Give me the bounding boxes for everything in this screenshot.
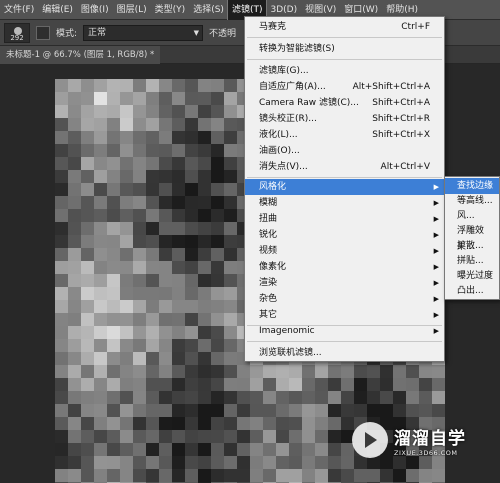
mode-select[interactable]: 正常 ▼ bbox=[83, 24, 204, 41]
menu-type[interactable]: 类型(Y) bbox=[151, 0, 190, 20]
filter-item-noise[interactable]: 杂色 ▶ bbox=[245, 291, 444, 307]
submenu-arrow-icon: ▶ bbox=[433, 199, 439, 207]
submenu-arrow-icon: ▶ bbox=[433, 231, 439, 239]
menu-select[interactable]: 选择(S) bbox=[189, 0, 228, 20]
watermark-subtitle: ZIXUE.3D66.COM bbox=[394, 448, 458, 457]
item-label: 其它 bbox=[259, 310, 278, 320]
filter-item-sharpen[interactable]: 锐化 ▶ bbox=[245, 227, 444, 243]
filter-item-liquify[interactable]: 液化(L)... Shift+Ctrl+X bbox=[245, 127, 444, 143]
item-shortcut: Shift+Ctrl+X bbox=[372, 130, 430, 140]
menu-separator bbox=[247, 341, 442, 342]
filter-item-mosaic-repeat[interactable]: 马赛克 Ctrl+F bbox=[245, 19, 444, 35]
stylize-tiles[interactable]: 拼贴... bbox=[445, 253, 499, 269]
filter-item-other[interactable]: 其它 ▶ bbox=[245, 307, 444, 323]
item-label: 杂色 bbox=[259, 294, 278, 304]
brush-panel-icon[interactable] bbox=[36, 25, 50, 40]
item-label: 渲染 bbox=[259, 278, 278, 288]
brush-preset-picker[interactable]: 292 bbox=[4, 22, 30, 43]
filter-item-lens-correction[interactable]: 镜头校正(R)... Shift+Ctrl+R bbox=[245, 111, 444, 127]
filter-item-distort[interactable]: 扭曲 ▶ bbox=[245, 211, 444, 227]
item-shortcut: Shift+Ctrl+A bbox=[372, 98, 430, 108]
submenu-arrow-icon: ▶ bbox=[433, 247, 439, 255]
submenu-arrow-icon: ▶ bbox=[433, 295, 439, 303]
submenu-arrow-icon: ▶ bbox=[433, 279, 439, 287]
item-shortcut: Alt+Ctrl+V bbox=[380, 162, 430, 172]
filter-item-render[interactable]: 渲染 ▶ bbox=[245, 275, 444, 291]
menu-separator bbox=[247, 177, 442, 178]
stylize-emboss[interactable]: 浮雕效果... bbox=[445, 223, 499, 252]
watermark: 溜溜自学 ZIXUE.3D66.COM bbox=[352, 412, 470, 468]
item-label: 自适应广角(A)... bbox=[259, 82, 326, 92]
item-label: 浏览联机滤镜... bbox=[259, 348, 322, 358]
menu-image[interactable]: 图像(I) bbox=[77, 0, 113, 20]
item-label: 消失点(V)... bbox=[259, 162, 308, 172]
item-label: 像素化 bbox=[259, 262, 287, 272]
submenu-arrow-icon: ▶ bbox=[433, 327, 439, 335]
filter-item-convert-smart[interactable]: 转换为智能滤镜(S) bbox=[245, 41, 444, 57]
item-label: 镜头校正(R)... bbox=[259, 114, 317, 124]
submenu-arrow-icon: ▶ bbox=[433, 263, 439, 271]
submenu-arrow-icon: ▶ bbox=[433, 183, 439, 191]
stylize-extrude[interactable]: 凸出... bbox=[445, 283, 499, 299]
item-label: Camera Raw 滤镜(C)... bbox=[259, 98, 359, 108]
stylize-submenu: 查找边缘 等高线... 风... 浮雕效果... 扩散... 拼贴... 曝光过… bbox=[444, 176, 500, 300]
document-tab[interactable]: 未标题-1 @ 66.7% (图层 1, RGB/8) * bbox=[0, 46, 161, 64]
item-label: 风格化 bbox=[259, 182, 287, 192]
filter-item-oil-paint[interactable]: 油画(O)... bbox=[245, 143, 444, 159]
menu-file[interactable]: 文件(F) bbox=[0, 0, 38, 20]
item-label: 马赛克 bbox=[259, 22, 287, 32]
menu-separator bbox=[247, 37, 442, 38]
mode-value: 正常 bbox=[88, 27, 107, 38]
submenu-arrow-icon: ▶ bbox=[433, 311, 439, 319]
stylize-diffuse[interactable]: 扩散... bbox=[445, 238, 499, 254]
stylize-solarize[interactable]: 曝光过度 bbox=[445, 268, 499, 284]
item-label: 液化(L)... bbox=[259, 130, 298, 140]
filter-item-blur[interactable]: 模糊 ▶ bbox=[245, 195, 444, 211]
mode-label: 模式: bbox=[56, 29, 78, 39]
item-shortcut: Ctrl+F bbox=[401, 22, 430, 32]
item-label: 滤镜库(G)... bbox=[259, 66, 309, 76]
item-label: 转换为智能滤镜(S) bbox=[259, 44, 335, 54]
menu-layer[interactable]: 图层(L) bbox=[113, 0, 151, 20]
item-label: 锐化 bbox=[259, 230, 278, 240]
filter-item-adaptive-wide-angle[interactable]: 自适应广角(A)... Alt+Shift+Ctrl+A bbox=[245, 79, 444, 95]
filter-item-vanishing-point[interactable]: 消失点(V)... Alt+Ctrl+V bbox=[245, 159, 444, 175]
filter-menu-dropdown: 马赛克 Ctrl+F 转换为智能滤镜(S) 滤镜库(G)... 自适应广角(A)… bbox=[244, 16, 445, 362]
filter-item-pixelate[interactable]: 像素化 ▶ bbox=[245, 259, 444, 275]
menu-edit[interactable]: 编辑(E) bbox=[38, 0, 77, 20]
stylize-contour[interactable]: 等高线... bbox=[445, 193, 499, 209]
item-shortcut: Alt+Shift+Ctrl+A bbox=[352, 82, 430, 92]
filter-item-video[interactable]: 视频 ▶ bbox=[245, 243, 444, 259]
opacity-label: 不透明 bbox=[209, 29, 237, 39]
brush-size-value: 292 bbox=[10, 33, 24, 42]
item-label: 模糊 bbox=[259, 198, 278, 208]
filter-item-gallery[interactable]: 滤镜库(G)... bbox=[245, 63, 444, 79]
submenu-arrow-icon: ▶ bbox=[433, 215, 439, 223]
filter-item-browse-online[interactable]: 浏览联机滤镜... bbox=[245, 345, 444, 361]
watermark-title: 溜溜自学 bbox=[394, 428, 466, 449]
play-logo-icon bbox=[352, 422, 388, 458]
item-label: 视频 bbox=[259, 246, 278, 256]
filter-item-camera-raw[interactable]: Camera Raw 滤镜(C)... Shift+Ctrl+A bbox=[245, 95, 444, 111]
stylize-wind[interactable]: 风... bbox=[445, 208, 499, 224]
item-label: 扭曲 bbox=[259, 214, 278, 224]
item-label: 油画(O)... bbox=[259, 146, 300, 156]
filter-item-stylize[interactable]: 风格化 ▶ bbox=[245, 179, 444, 195]
stylize-find-edges[interactable]: 查找边缘 bbox=[445, 178, 499, 194]
menu-separator bbox=[247, 59, 442, 60]
item-label: Imagenomic bbox=[259, 326, 315, 336]
item-shortcut: Shift+Ctrl+R bbox=[372, 114, 430, 124]
filter-item-imagenomic[interactable]: Imagenomic ▶ bbox=[245, 323, 444, 339]
dropdown-arrow-icon: ▼ bbox=[193, 28, 200, 37]
